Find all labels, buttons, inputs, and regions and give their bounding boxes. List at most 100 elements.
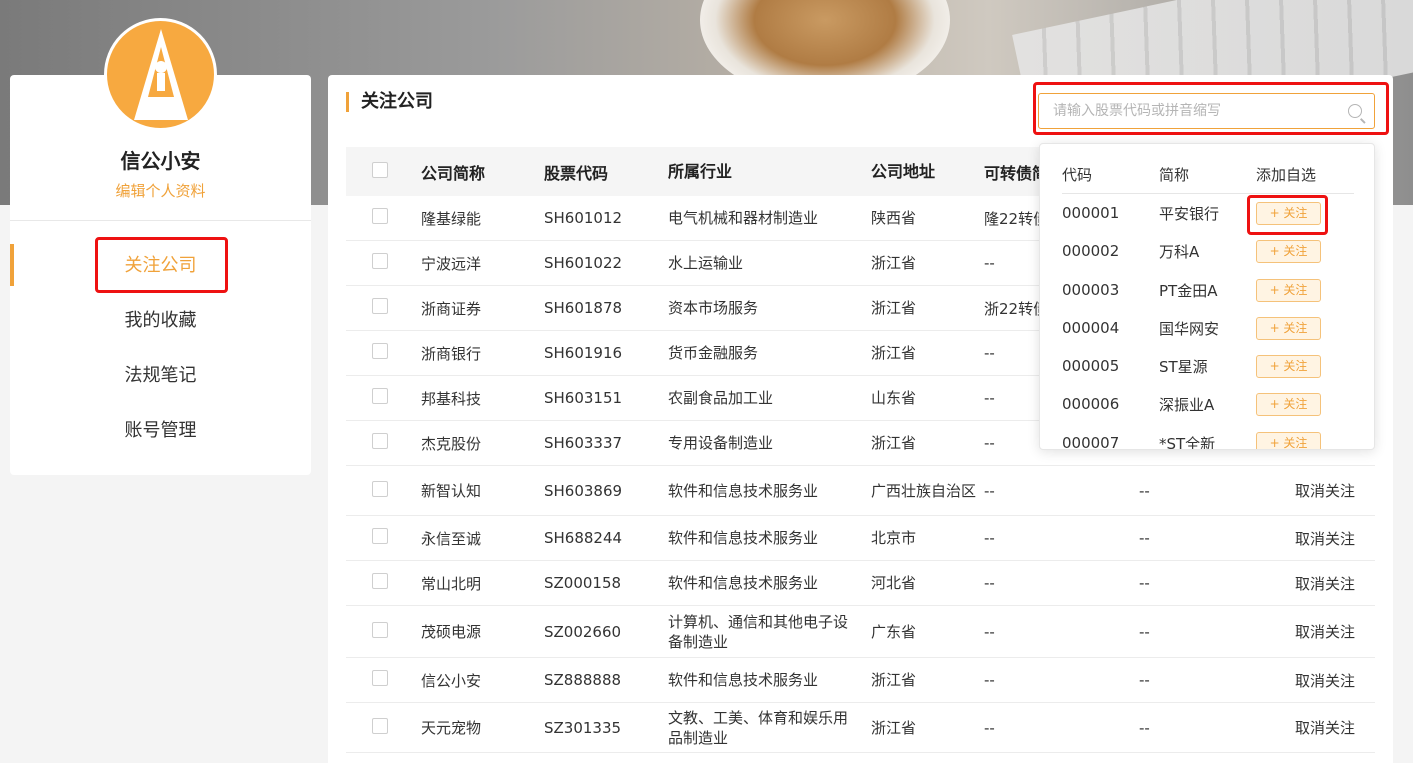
address-cell: 山东省	[871, 389, 917, 407]
unfollow-button[interactable]: 取消关注	[1284, 717, 1375, 738]
company-name-cell: 新智认知	[421, 482, 482, 500]
dropdown-item[interactable]: 000004 国华网安 + 关注	[1062, 309, 1354, 347]
convertible-bond-cell: --	[984, 622, 995, 641]
company-name-cell: 茂硕电源	[421, 623, 482, 641]
dropdown-item[interactable]: 000003 PT金田A + 关注	[1062, 271, 1354, 309]
follow-button[interactable]: + 关注	[1256, 392, 1321, 416]
convertible-bond-cell: --	[984, 529, 995, 547]
stock-code-cell: SH601878	[544, 299, 623, 317]
row-checkbox[interactable]	[372, 480, 388, 497]
stock-code-cell: SZ301335	[544, 718, 622, 737]
dropdown-item-name: ST星源	[1159, 357, 1208, 376]
stock-code-cell: SH603337	[544, 434, 623, 452]
address-cell: 北京市	[871, 529, 917, 547]
industry-cell: 文教、工美、体育和娱乐用品制造业	[668, 708, 849, 747]
unfollow-button[interactable]: 取消关注	[1284, 621, 1375, 642]
unfollow-button[interactable]: 取消关注	[1284, 670, 1375, 691]
row-checkbox[interactable]	[372, 298, 388, 314]
company-name-cell: 宁波远洋	[421, 254, 482, 273]
stock-code-cell: SH603151	[544, 389, 623, 407]
address-cell: 浙江省	[871, 718, 917, 737]
dropdown-item[interactable]: 000007 *ST全新 + 关注	[1062, 424, 1354, 449]
industry-cell: 软件和信息技术服务业	[668, 671, 819, 689]
industry-cell: 资本市场服务	[668, 299, 759, 317]
row-checkbox[interactable]	[372, 388, 388, 404]
follow-button[interactable]: + 关注	[1256, 201, 1321, 225]
address-cell: 浙江省	[871, 434, 917, 452]
row-checkbox[interactable]	[372, 208, 388, 224]
industry-cell: 水上运输业	[668, 254, 744, 272]
dropdown-item-name: 国华网安	[1159, 319, 1220, 338]
unfollow-button[interactable]: 取消关注	[1284, 573, 1375, 594]
lighthouse-logo-icon	[133, 29, 188, 120]
dropdown-item[interactable]: 000002 万科A + 关注	[1062, 232, 1354, 270]
dropdown-header-name: 简称	[1159, 166, 1190, 184]
table-row: 常山北明 SZ000158 软件和信息技术服务业 河北省 -- -- 取消关注	[346, 561, 1375, 606]
edit-profile-link[interactable]: 编辑个人资料	[10, 180, 311, 201]
row-checkbox[interactable]	[372, 717, 388, 734]
stock-code-cell: SZ000158	[544, 574, 622, 592]
dropdown-item[interactable]: 000001 平安银行 + 关注	[1062, 194, 1354, 232]
follow-button[interactable]: + 关注	[1256, 278, 1321, 302]
row-checkbox[interactable]	[372, 573, 388, 589]
company-name-cell: 邦基科技	[421, 389, 482, 408]
search-icon[interactable]	[1348, 104, 1362, 118]
dropdown-item[interactable]: 000005 ST星源 + 关注	[1062, 347, 1354, 385]
row-checkbox[interactable]	[372, 343, 388, 359]
dropdown-item[interactable]: 000006 深振业A + 关注	[1062, 385, 1354, 423]
stock-search-box[interactable]	[1038, 93, 1375, 129]
header-industry: 所属行业	[668, 161, 733, 181]
sidebar-divider	[10, 220, 311, 221]
stock-code-cell: SH688244	[544, 529, 623, 547]
dropdown-item-code: 000002	[1062, 242, 1120, 260]
convertible-bond-cell: --	[984, 481, 995, 500]
extra-cell: --	[1139, 529, 1150, 547]
dropdown-item-code: 000006	[1062, 395, 1120, 413]
industry-cell: 货币金融服务	[668, 344, 759, 362]
follow-button[interactable]: + 关注	[1256, 239, 1321, 263]
dropdown-item-name: 平安银行	[1159, 204, 1220, 223]
table-row: 信公小安 SZ888888 软件和信息技术服务业 浙江省 -- -- 取消关注	[346, 658, 1375, 703]
industry-cell: 软件和信息技术服务业	[668, 574, 819, 592]
row-checkbox[interactable]	[372, 670, 388, 686]
address-cell: 浙江省	[871, 344, 917, 362]
company-name-cell: 杰克股份	[421, 434, 482, 453]
follow-button[interactable]: + 关注	[1256, 354, 1321, 378]
dropdown-header: 代码 简称 添加自选	[1062, 164, 1354, 194]
unfollow-button[interactable]: 取消关注	[1284, 528, 1375, 549]
row-checkbox[interactable]	[372, 253, 388, 269]
dropdown-item-code: 000005	[1062, 357, 1120, 375]
dropdown-item-name: 深振业A	[1159, 395, 1215, 414]
row-checkbox[interactable]	[372, 433, 388, 449]
stock-search-input[interactable]	[1053, 94, 1343, 128]
sidebar-item-favorites[interactable]: 我的收藏	[10, 293, 311, 348]
dropdown-header-code: 代码	[1062, 166, 1093, 184]
user-name: 信公小安	[120, 149, 201, 173]
follow-button[interactable]: + 关注	[1256, 316, 1321, 340]
stock-code-cell: SH601012	[544, 209, 623, 227]
select-all-checkbox[interactable]	[372, 161, 388, 178]
unfollow-button[interactable]: 取消关注	[1284, 480, 1375, 501]
company-name-cell: 信公小安	[421, 671, 482, 690]
company-name-cell: 浙商证券	[421, 299, 482, 318]
address-cell: 广西壮族自治区	[871, 481, 977, 500]
extra-cell: --	[1139, 671, 1150, 689]
row-checkbox[interactable]	[372, 621, 388, 638]
sidebar-item-account-management[interactable]: 账号管理	[10, 403, 311, 458]
row-checkbox[interactable]	[372, 528, 388, 544]
dropdown-header-add: 添加自选	[1256, 166, 1317, 184]
stock-code-cell: SZ888888	[544, 671, 622, 689]
company-name-cell: 隆基绿能	[421, 209, 482, 228]
header-address: 公司地址	[871, 161, 936, 181]
follow-button[interactable]: + 关注	[1256, 431, 1321, 449]
address-cell: 广东省	[871, 622, 917, 641]
table-row: 永信至诚 SH688244 软件和信息技术服务业 北京市 -- -- 取消关注	[346, 516, 1375, 561]
avatar[interactable]	[104, 18, 217, 131]
stock-code-cell: SH601022	[544, 254, 623, 272]
stock-code-cell: SZ002660	[544, 622, 622, 641]
sidebar-item-regulation-notes[interactable]: 法规笔记	[10, 348, 311, 403]
stock-code-cell: SH603869	[544, 481, 623, 500]
industry-cell: 电气机械和器材制造业	[668, 209, 819, 227]
sidebar-item-followed-companies[interactable]: 关注公司	[10, 238, 311, 293]
address-cell: 河北省	[871, 574, 917, 592]
